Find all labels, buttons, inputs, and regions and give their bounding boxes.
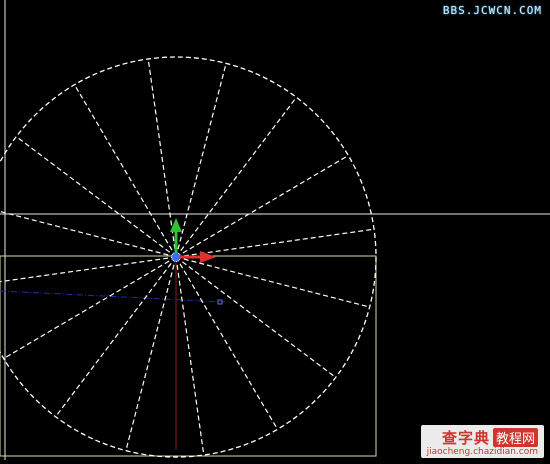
watermark-top: BBS.JCWCN.COM	[442, 4, 542, 17]
blue-construction-line	[0, 290, 226, 303]
spoke-line[interactable]	[3, 256, 177, 360]
spoke-line[interactable]	[73, 84, 177, 258]
watermark-url: jiaocheng.chazidian.com	[426, 447, 538, 457]
rectangle-outline[interactable]	[0, 255, 377, 457]
spoke-line[interactable]	[175, 256, 337, 378]
watermark-brand-sub: 教程网	[492, 428, 538, 447]
ucs-origin	[172, 253, 180, 261]
spoke-line[interactable]	[175, 154, 349, 258]
spoke-line[interactable]	[15, 136, 177, 258]
spoke-line[interactable]	[175, 256, 370, 308]
drawing-canvas[interactable]	[0, 0, 550, 460]
ucs-gizmo[interactable]	[170, 218, 216, 263]
spoke-line[interactable]	[147, 58, 177, 258]
spoke-line[interactable]	[175, 256, 279, 430]
spoke-line[interactable]	[175, 96, 297, 258]
spoke-line[interactable]	[55, 256, 177, 418]
watermark-brand: 查字典	[441, 429, 490, 447]
spoke-line[interactable]	[175, 63, 227, 258]
watermark-bottom: 查字典 教程网 jiaocheng.chazidian.com	[420, 425, 544, 458]
spoke-line[interactable]	[175, 228, 375, 258]
spoke-line[interactable]	[0, 256, 177, 285]
spoke-line[interactable]	[125, 256, 177, 451]
cad-drawing-viewport[interactable]: BBS.JCWCN.COM 查字典 教程网 jiaocheng.chazidian…	[0, 0, 550, 460]
spoke-line[interactable]	[175, 256, 205, 456]
